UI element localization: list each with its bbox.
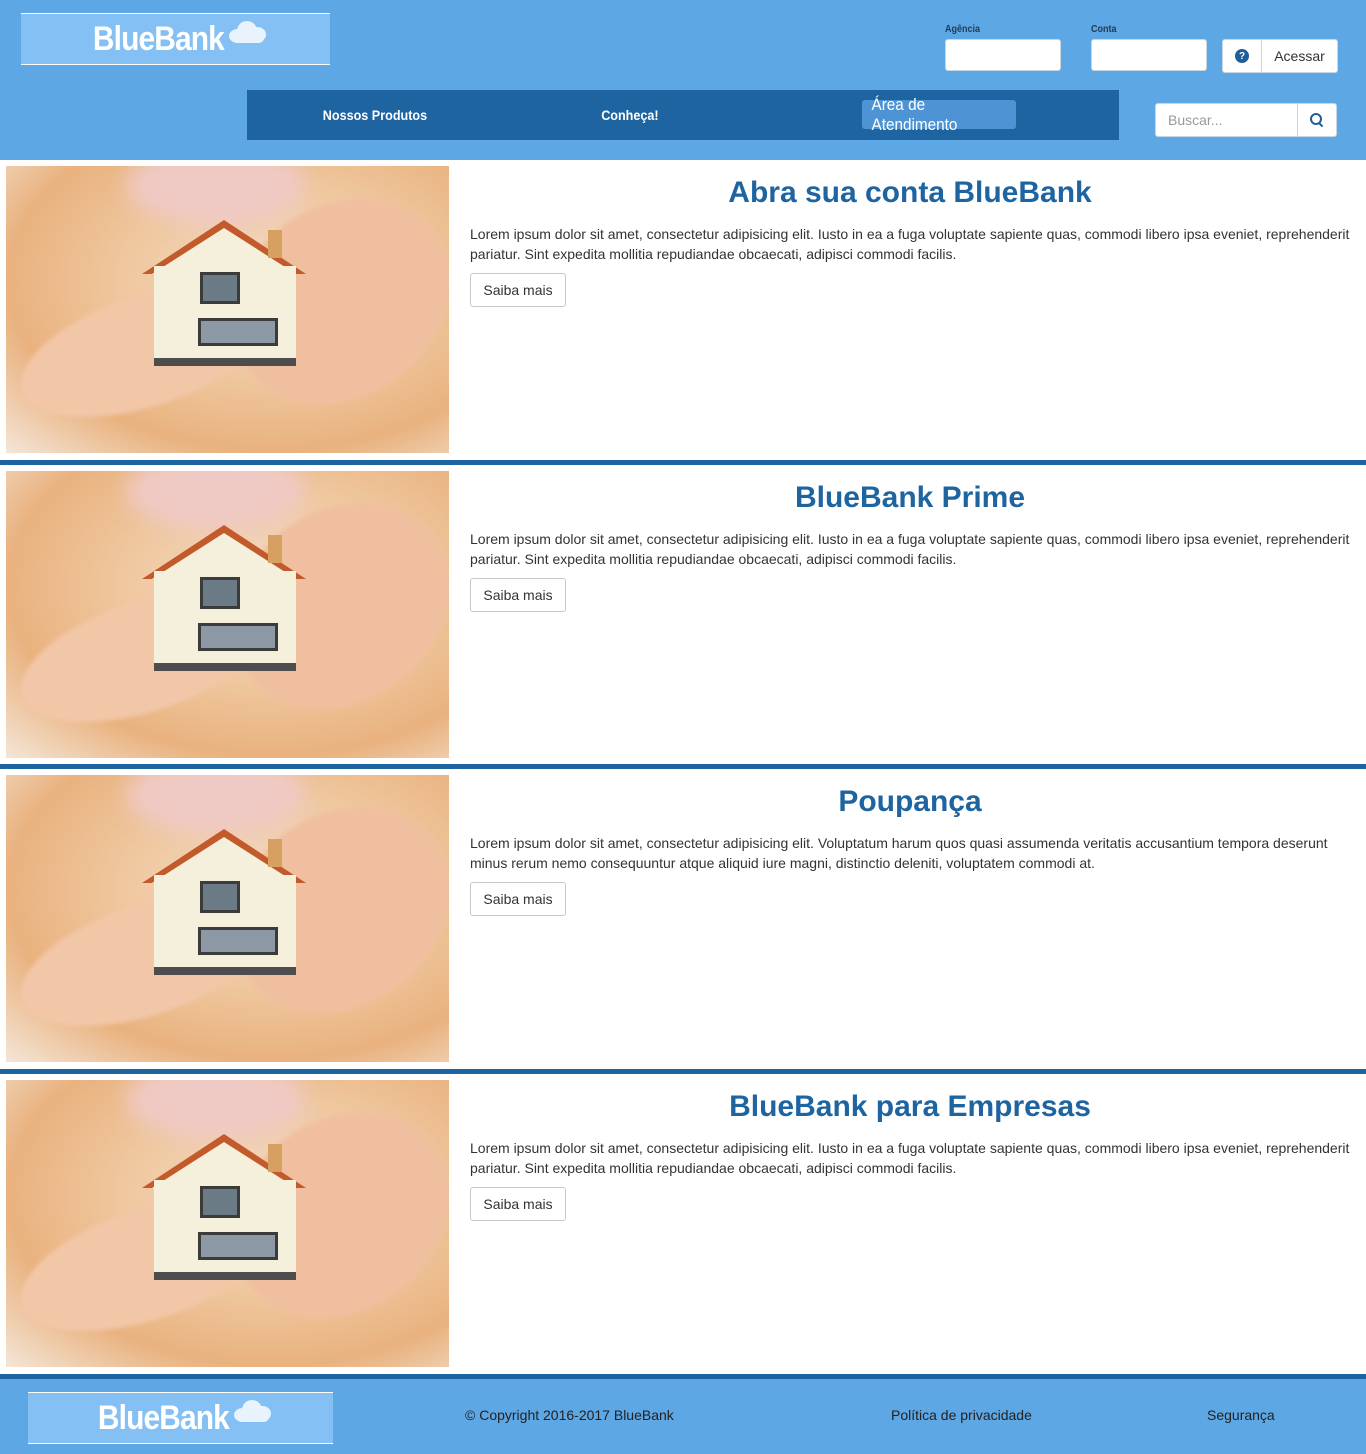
- product-section-prime: BlueBank Prime Lorem ipsum dolor sit ame…: [0, 465, 1366, 765]
- section-text: Lorem ipsum dolor sit amet, consectetur …: [470, 226, 1350, 262]
- site-header: BlueBank Agência Conta ? Acessar Nossos …: [0, 0, 1366, 160]
- help-button[interactable]: ?: [1222, 39, 1262, 73]
- search-button[interactable]: [1297, 103, 1337, 137]
- product-section-empresas: BlueBank para Empresas Lorem ipsum dolor…: [0, 1074, 1366, 1374]
- saiba-mais-button[interactable]: Saiba mais: [470, 1187, 566, 1221]
- section-title: BlueBank para Empresas: [729, 1090, 1091, 1123]
- question-circle-icon: ?: [1235, 49, 1249, 63]
- account-input[interactable]: [1091, 39, 1207, 71]
- main-nav: Nossos Produtos Conheça! Área de Atendim…: [247, 90, 1119, 140]
- nav-item-label: Nossos Produtos: [322, 107, 427, 123]
- nav-item-nossos-produtos[interactable]: Nossos Produtos: [247, 90, 502, 140]
- product-section-abra-conta: Abra sua conta BlueBank Lorem ipsum dolo…: [0, 160, 1366, 460]
- section-text: Lorem ipsum dolor sit amet, consectetur …: [470, 1140, 1350, 1176]
- product-section-poupanca: Poupança Lorem ipsum dolor sit amet, con…: [0, 769, 1366, 1069]
- nav-item-area-de-atendimento[interactable]: Área de Atendimento: [862, 95, 1016, 134]
- nav-item-label: Conheça!: [600, 107, 659, 123]
- footer-bluebank-logo[interactable]: BlueBank: [28, 1392, 333, 1444]
- agency-label: Agência: [945, 24, 981, 35]
- copyright-text: © Copyright 2016-2017 BlueBank: [465, 1407, 674, 1423]
- agency-input[interactable]: [945, 39, 1061, 71]
- section-text: Lorem ipsum dolor sit amet, consectetur …: [470, 531, 1350, 567]
- saiba-mais-button[interactable]: Saiba mais: [470, 578, 566, 612]
- nav-item-conheca[interactable]: Conheça!: [502, 90, 757, 140]
- section-title: Poupança: [838, 785, 982, 818]
- section-text: Lorem ipsum dolor sit amet, consectetur …: [470, 835, 1328, 871]
- house-in-hands-image: [6, 775, 449, 1062]
- logo-text: BlueBank: [98, 1398, 230, 1437]
- house-in-hands-image: [6, 166, 449, 453]
- account-label: Conta: [1091, 24, 1117, 35]
- security-link[interactable]: Segurança: [1207, 1407, 1275, 1423]
- search-input[interactable]: Buscar...: [1155, 103, 1298, 137]
- saiba-mais-button[interactable]: Saiba mais: [470, 273, 566, 307]
- cloud-icon: [228, 19, 267, 45]
- section-title: Abra sua conta BlueBank: [728, 176, 1092, 209]
- bluebank-logo[interactable]: BlueBank: [21, 13, 330, 65]
- logo-text: BlueBank: [93, 19, 225, 58]
- section-title: BlueBank Prime: [794, 481, 1026, 514]
- privacy-policy-link[interactable]: Política de privacidade: [891, 1407, 1032, 1423]
- search-icon: [1310, 113, 1324, 127]
- cloud-icon: [233, 1398, 272, 1424]
- house-in-hands-image: [6, 1080, 449, 1367]
- house-in-hands-image: [6, 471, 449, 758]
- saiba-mais-button[interactable]: Saiba mais: [470, 882, 566, 916]
- acessar-button[interactable]: Acessar: [1261, 39, 1338, 73]
- nav-item-label: Área de Atendimento: [871, 94, 958, 134]
